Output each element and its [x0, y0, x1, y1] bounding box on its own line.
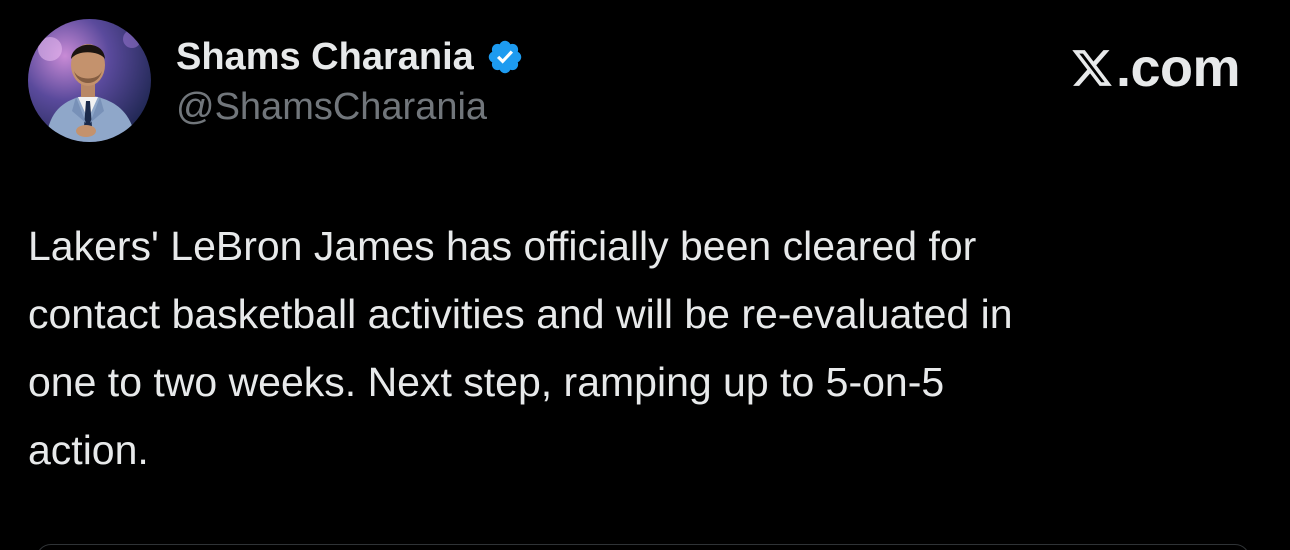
media-card-edge	[36, 544, 1250, 550]
tweet-text-line: contact basketball activities and will b…	[28, 291, 1013, 337]
verified-badge-icon	[486, 38, 524, 76]
tweet-text-line: one to two weeks. Next step, ramping up …	[28, 359, 945, 405]
tweet-text-line: action.	[28, 427, 149, 473]
tweet-body: Lakers' LeBron James has officially been…	[28, 212, 1248, 484]
avatar-photo	[28, 19, 151, 142]
author-name-row: Shams Charania	[176, 34, 524, 80]
author-avatar[interactable]	[28, 19, 151, 142]
author-handle[interactable]: @ShamsCharania	[176, 86, 487, 129]
tweet-card: Shams Charania @ShamsCharania .com Laker…	[0, 0, 1290, 550]
site-brand-suffix: .com	[1115, 38, 1241, 98]
author-display-name[interactable]: Shams Charania	[176, 36, 474, 79]
site-brand[interactable]: .com	[1070, 38, 1241, 98]
tweet-text-line: Lakers' LeBron James has officially been…	[28, 223, 977, 269]
x-logo-icon	[1070, 46, 1114, 90]
